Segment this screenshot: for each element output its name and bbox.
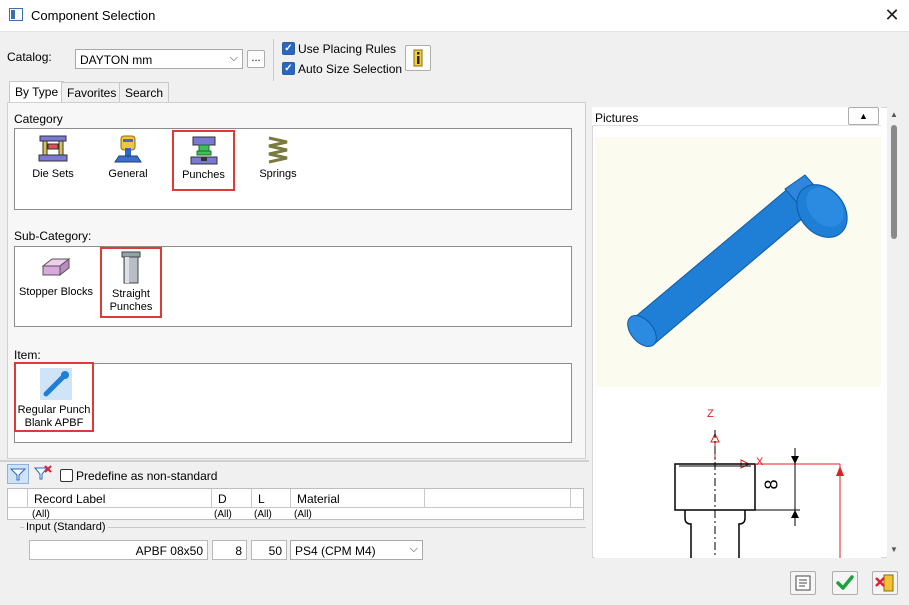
chevron-down-icon: ⌵: [229, 52, 238, 64]
punch-drawing-view: Z X 8: [595, 400, 881, 558]
header-empty: [425, 489, 571, 508]
die-sets-icon: [38, 135, 68, 162]
subcategory-item-label-line2: Punches: [109, 301, 153, 313]
subcategory-item-stopper-blocks[interactable]: Stopper Blocks: [18, 254, 94, 304]
catalog-label: Catalog:: [7, 50, 52, 64]
scroll-up-icon[interactable]: ▲: [887, 107, 901, 123]
item-label-line2: Blank APBF: [24, 417, 84, 429]
filter-record-label[interactable]: (All): [32, 509, 50, 519]
catalog-value: DAYTON mm: [80, 53, 153, 67]
category-item-springs[interactable]: Springs: [253, 134, 303, 184]
category-item-label: Punches: [182, 169, 225, 181]
window-icon: [9, 8, 23, 21]
chevron-down-icon: ⌵: [409, 543, 418, 555]
header-d[interactable]: D: [212, 489, 252, 508]
filter-material[interactable]: (All): [294, 509, 312, 519]
filter-l[interactable]: (All): [254, 509, 272, 519]
category-item-die-sets[interactable]: Die Sets: [24, 134, 82, 184]
item-list: [14, 363, 572, 443]
title-bar: Component Selection ✕: [0, 0, 909, 32]
clear-filter-icon: [33, 465, 52, 480]
item-label-line1: Regular Punch: [17, 404, 91, 416]
separator: [273, 39, 274, 81]
subcategory-label: Sub-Category:: [14, 229, 92, 243]
punch-drawing: [674, 430, 844, 558]
auto-size-selection-checkbox[interactable]: ✓: [282, 62, 295, 75]
category-item-punches[interactable]: Punches: [172, 130, 235, 191]
subcategory-item-label-line1: Straight: [112, 288, 150, 300]
scroll-down-icon[interactable]: ▼: [887, 542, 901, 558]
predefine-checkbox[interactable]: [60, 469, 73, 482]
filter-d[interactable]: (All): [214, 509, 232, 519]
punch-3d-view: [595, 137, 881, 387]
records-table: Record Label D L Material (All) (All) (A…: [7, 488, 584, 520]
properties-icon: [795, 575, 811, 591]
use-placing-rules-checkbox[interactable]: ✓: [282, 42, 295, 55]
punches-icon: [190, 136, 218, 165]
d-field[interactable]: 8: [212, 540, 247, 560]
axis-z-label: Z: [707, 408, 714, 420]
checkmark-icon: [836, 575, 854, 590]
filter-button[interactable]: [7, 464, 29, 484]
stopper-blocks-icon: [41, 257, 71, 277]
category-item-label: General: [108, 168, 148, 180]
material-value: PS4 (CPM M4): [295, 544, 376, 558]
collapse-pictures-button[interactable]: ▲: [848, 107, 879, 125]
punch-3d-image: [627, 174, 848, 347]
straight-punches-icon: [121, 251, 141, 284]
exit-icon: [875, 574, 894, 592]
category-item-general[interactable]: General: [100, 134, 156, 184]
regular-punch-icon: [43, 371, 69, 397]
header-material[interactable]: Material: [291, 489, 425, 508]
item-label: Item:: [14, 348, 41, 362]
pictures-label: Pictures: [595, 111, 639, 125]
tab-search[interactable]: Search: [119, 82, 170, 102]
category-item-label: Die Sets: [32, 168, 74, 180]
cancel-button[interactable]: [872, 571, 898, 595]
info-button[interactable]: [405, 45, 431, 71]
category-label: Category: [14, 112, 63, 126]
use-placing-rules-label: Use Placing Rules: [298, 42, 397, 56]
item-regular-punch-blank-apbf[interactable]: Regular Punch Blank APBF: [14, 362, 94, 432]
springs-icon: [268, 136, 288, 164]
pictures-scrollbar[interactable]: ▲ ▼: [887, 107, 901, 558]
filter-icon: [9, 468, 27, 481]
material-select[interactable]: PS4 (CPM M4) ⌵: [290, 540, 423, 560]
scroll-thumb[interactable]: [891, 125, 897, 239]
splitter[interactable]: [0, 460, 589, 462]
row-header-cell: [8, 489, 28, 508]
auto-size-selection-label: Auto Size Selection: [298, 62, 403, 76]
header-record-label[interactable]: Record Label: [28, 489, 212, 508]
l-field[interactable]: 50: [251, 540, 287, 560]
category-item-label: Springs: [259, 168, 297, 180]
input-group-label: Input (Standard): [24, 521, 108, 533]
general-icon: [114, 135, 142, 163]
catalog-select[interactable]: DAYTON mm ⌵: [75, 49, 243, 69]
window-title: Component Selection: [31, 8, 156, 23]
clear-filter-button[interactable]: [32, 464, 54, 484]
subcategory-list: [14, 246, 572, 327]
info-icon: [413, 49, 423, 67]
pictures-header: Pictures: [592, 107, 881, 126]
header-l[interactable]: L: [252, 489, 291, 508]
subcategory-item-label: Stopper Blocks: [19, 286, 93, 298]
subcategory-item-straight-punches[interactable]: Straight Punches: [100, 247, 162, 318]
catalog-browse-button[interactable]: ...: [247, 50, 265, 68]
ok-button[interactable]: [832, 571, 858, 595]
axis-x-label: X: [756, 456, 764, 468]
properties-button[interactable]: [790, 571, 816, 595]
close-icon[interactable]: ✕: [880, 3, 904, 27]
predefine-label: Predefine as non-standard: [76, 469, 218, 483]
dimension-label: 8: [761, 479, 782, 490]
tab-favorites[interactable]: Favorites: [61, 82, 123, 102]
record-label-field[interactable]: APBF 08x50: [29, 540, 208, 560]
tab-by-type[interactable]: By Type: [9, 81, 65, 103]
